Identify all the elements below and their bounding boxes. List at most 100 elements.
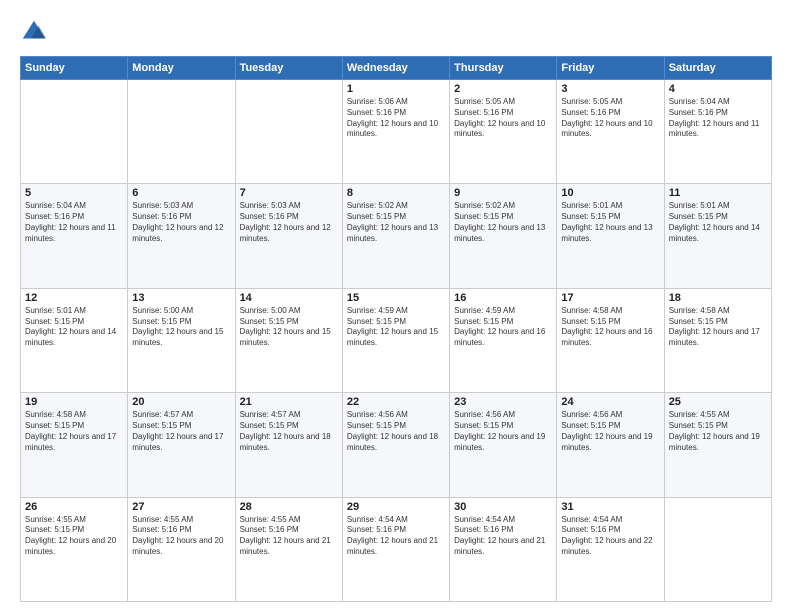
day-detail: Sunrise: 5:01 AM Sunset: 5:15 PM Dayligh… bbox=[25, 306, 123, 349]
day-detail: Sunrise: 4:56 AM Sunset: 5:15 PM Dayligh… bbox=[454, 410, 552, 453]
day-detail: Sunrise: 5:04 AM Sunset: 5:16 PM Dayligh… bbox=[669, 97, 767, 140]
day-number: 1 bbox=[347, 83, 445, 95]
calendar-cell: 26 Sunrise: 4:55 AM Sunset: 5:15 PM Dayli… bbox=[21, 497, 128, 601]
calendar-cell bbox=[664, 497, 771, 601]
calendar-cell: 22 Sunrise: 4:56 AM Sunset: 5:15 PM Dayli… bbox=[342, 393, 449, 497]
day-number: 14 bbox=[240, 292, 338, 304]
week-row-0: 1 Sunrise: 5:06 AM Sunset: 5:16 PM Daylig… bbox=[21, 80, 772, 184]
calendar-cell: 5 Sunrise: 5:04 AM Sunset: 5:16 PM Daylig… bbox=[21, 184, 128, 288]
day-number: 26 bbox=[25, 501, 123, 513]
calendar-cell bbox=[21, 80, 128, 184]
day-detail: Sunrise: 4:54 AM Sunset: 5:16 PM Dayligh… bbox=[347, 515, 445, 558]
day-detail: Sunrise: 4:58 AM Sunset: 5:15 PM Dayligh… bbox=[561, 306, 659, 349]
day-detail: Sunrise: 5:04 AM Sunset: 5:16 PM Dayligh… bbox=[25, 201, 123, 244]
day-detail: Sunrise: 5:01 AM Sunset: 5:15 PM Dayligh… bbox=[561, 201, 659, 244]
day-detail: Sunrise: 5:03 AM Sunset: 5:16 PM Dayligh… bbox=[132, 201, 230, 244]
calendar-cell: 4 Sunrise: 5:04 AM Sunset: 5:16 PM Daylig… bbox=[664, 80, 771, 184]
day-detail: Sunrise: 5:02 AM Sunset: 5:15 PM Dayligh… bbox=[347, 201, 445, 244]
day-number: 11 bbox=[669, 187, 767, 199]
day-detail: Sunrise: 5:06 AM Sunset: 5:16 PM Dayligh… bbox=[347, 97, 445, 140]
day-detail: Sunrise: 5:01 AM Sunset: 5:15 PM Dayligh… bbox=[669, 201, 767, 244]
day-number: 10 bbox=[561, 187, 659, 199]
day-number: 30 bbox=[454, 501, 552, 513]
day-number: 6 bbox=[132, 187, 230, 199]
calendar-cell: 29 Sunrise: 4:54 AM Sunset: 5:16 PM Dayli… bbox=[342, 497, 449, 601]
calendar-cell: 7 Sunrise: 5:03 AM Sunset: 5:16 PM Daylig… bbox=[235, 184, 342, 288]
day-number: 12 bbox=[25, 292, 123, 304]
day-number: 9 bbox=[454, 187, 552, 199]
day-number: 8 bbox=[347, 187, 445, 199]
day-detail: Sunrise: 4:54 AM Sunset: 5:16 PM Dayligh… bbox=[454, 515, 552, 558]
day-number: 13 bbox=[132, 292, 230, 304]
day-number: 21 bbox=[240, 396, 338, 408]
week-row-3: 19 Sunrise: 4:58 AM Sunset: 5:15 PM Dayli… bbox=[21, 393, 772, 497]
calendar-cell: 16 Sunrise: 4:59 AM Sunset: 5:15 PM Dayli… bbox=[450, 288, 557, 392]
calendar-cell: 8 Sunrise: 5:02 AM Sunset: 5:15 PM Daylig… bbox=[342, 184, 449, 288]
calendar-cell: 12 Sunrise: 5:01 AM Sunset: 5:15 PM Dayli… bbox=[21, 288, 128, 392]
calendar-cell: 9Sunrise: 5:02 AM Sunset: 5:15 PM Daylig… bbox=[450, 184, 557, 288]
day-number: 24 bbox=[561, 396, 659, 408]
week-row-2: 12 Sunrise: 5:01 AM Sunset: 5:15 PM Dayli… bbox=[21, 288, 772, 392]
day-number: 29 bbox=[347, 501, 445, 513]
calendar-cell: 6 Sunrise: 5:03 AM Sunset: 5:16 PM Daylig… bbox=[128, 184, 235, 288]
day-detail: Sunrise: 4:55 AM Sunset: 5:16 PM Dayligh… bbox=[240, 515, 338, 558]
logo bbox=[20, 18, 52, 46]
day-detail: Sunrise: 4:59 AM Sunset: 5:15 PM Dayligh… bbox=[454, 306, 552, 349]
day-number: 25 bbox=[669, 396, 767, 408]
day-number: 19 bbox=[25, 396, 123, 408]
day-number: 7 bbox=[240, 187, 338, 199]
calendar-cell bbox=[235, 80, 342, 184]
day-detail: Sunrise: 5:05 AM Sunset: 5:16 PM Dayligh… bbox=[454, 97, 552, 140]
day-number: 28 bbox=[240, 501, 338, 513]
day-detail: Sunrise: 5:05 AM Sunset: 5:16 PM Dayligh… bbox=[561, 97, 659, 140]
calendar-cell: 27Sunrise: 4:55 AM Sunset: 5:16 PM Dayli… bbox=[128, 497, 235, 601]
calendar-cell: 30 Sunrise: 4:54 AM Sunset: 5:16 PM Dayli… bbox=[450, 497, 557, 601]
calendar-cell: 17 Sunrise: 4:58 AM Sunset: 5:15 PM Dayli… bbox=[557, 288, 664, 392]
day-detail: Sunrise: 4:56 AM Sunset: 5:15 PM Dayligh… bbox=[561, 410, 659, 453]
day-number: 20 bbox=[132, 396, 230, 408]
day-detail: Sunrise: 4:59 AM Sunset: 5:15 PM Dayligh… bbox=[347, 306, 445, 349]
day-number: 22 bbox=[347, 396, 445, 408]
day-number: 4 bbox=[669, 83, 767, 95]
day-number: 15 bbox=[347, 292, 445, 304]
calendar-cell: 23 Sunrise: 4:56 AM Sunset: 5:15 PM Dayli… bbox=[450, 393, 557, 497]
calendar-cell: 11 Sunrise: 5:01 AM Sunset: 5:15 PM Dayli… bbox=[664, 184, 771, 288]
calendar-cell: 2 Sunrise: 5:05 AM Sunset: 5:16 PM Daylig… bbox=[450, 80, 557, 184]
day-detail: Sunrise: 4:58 AM Sunset: 5:15 PM Dayligh… bbox=[25, 410, 123, 453]
calendar-cell: 15 Sunrise: 4:59 AM Sunset: 5:15 PM Dayli… bbox=[342, 288, 449, 392]
day-detail: Sunrise: 4:55 AM Sunset: 5:15 PM Dayligh… bbox=[669, 410, 767, 453]
calendar-cell: 1 Sunrise: 5:06 AM Sunset: 5:16 PM Daylig… bbox=[342, 80, 449, 184]
calendar-table: SundayMondayTuesdayWednesdayThursdayFrid… bbox=[20, 56, 772, 602]
weekday-header-sunday: Sunday bbox=[21, 57, 128, 80]
calendar-cell: 19 Sunrise: 4:58 AM Sunset: 5:15 PM Dayli… bbox=[21, 393, 128, 497]
calendar-cell: 21Sunrise: 4:57 AM Sunset: 5:15 PM Dayli… bbox=[235, 393, 342, 497]
calendar-cell: 3Sunrise: 5:05 AM Sunset: 5:16 PM Daylig… bbox=[557, 80, 664, 184]
day-number: 5 bbox=[25, 187, 123, 199]
day-detail: Sunrise: 5:03 AM Sunset: 5:16 PM Dayligh… bbox=[240, 201, 338, 244]
weekday-header-wednesday: Wednesday bbox=[342, 57, 449, 80]
calendar-cell: 31Sunrise: 4:54 AM Sunset: 5:16 PM Dayli… bbox=[557, 497, 664, 601]
calendar-cell: 13Sunrise: 5:00 AM Sunset: 5:15 PM Dayli… bbox=[128, 288, 235, 392]
weekday-header-saturday: Saturday bbox=[664, 57, 771, 80]
header bbox=[20, 18, 772, 46]
calendar-cell bbox=[128, 80, 235, 184]
day-detail: Sunrise: 4:55 AM Sunset: 5:15 PM Dayligh… bbox=[25, 515, 123, 558]
day-number: 16 bbox=[454, 292, 552, 304]
day-detail: Sunrise: 5:00 AM Sunset: 5:15 PM Dayligh… bbox=[240, 306, 338, 349]
logo-icon bbox=[20, 18, 48, 46]
calendar-cell: 14 Sunrise: 5:00 AM Sunset: 5:15 PM Dayli… bbox=[235, 288, 342, 392]
day-number: 18 bbox=[669, 292, 767, 304]
calendar-cell: 25 Sunrise: 4:55 AM Sunset: 5:15 PM Dayli… bbox=[664, 393, 771, 497]
calendar-cell: 18Sunrise: 4:58 AM Sunset: 5:15 PM Dayli… bbox=[664, 288, 771, 392]
calendar-cell: 28 Sunrise: 4:55 AM Sunset: 5:16 PM Dayli… bbox=[235, 497, 342, 601]
day-detail: Sunrise: 4:56 AM Sunset: 5:15 PM Dayligh… bbox=[347, 410, 445, 453]
day-number: 31 bbox=[561, 501, 659, 513]
day-number: 17 bbox=[561, 292, 659, 304]
weekday-header-friday: Friday bbox=[557, 57, 664, 80]
header-row: SundayMondayTuesdayWednesdayThursdayFrid… bbox=[21, 57, 772, 80]
day-detail: Sunrise: 4:57 AM Sunset: 5:15 PM Dayligh… bbox=[132, 410, 230, 453]
weekday-header-tuesday: Tuesday bbox=[235, 57, 342, 80]
weekday-header-monday: Monday bbox=[128, 57, 235, 80]
day-number: 2 bbox=[454, 83, 552, 95]
day-number: 23 bbox=[454, 396, 552, 408]
